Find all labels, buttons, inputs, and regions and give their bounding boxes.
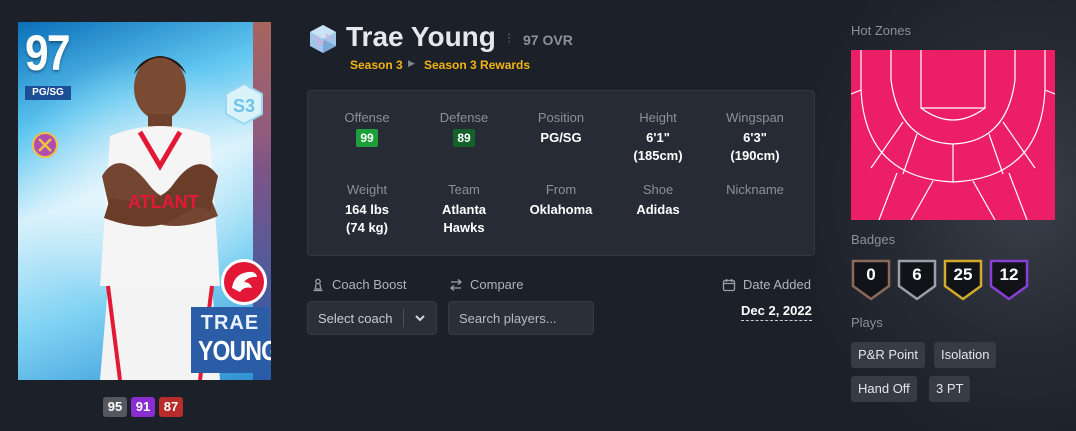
- hot-zones-label: Hot Zones: [851, 23, 911, 38]
- stat-offense: Offense 99: [316, 110, 418, 147]
- breadcrumb-season-rewards[interactable]: Season 3 Rewards: [424, 58, 530, 72]
- stat-label: Defense: [439, 110, 489, 125]
- stat-label: From: [545, 182, 577, 197]
- stat-value: 164 lbs: [344, 202, 390, 217]
- card-ovr: 97: [25, 25, 71, 81]
- compare-label: Compare: [449, 277, 523, 292]
- card-first-name: TRAE: [200, 312, 260, 334]
- stat-value-metric: (74 kg): [346, 220, 388, 235]
- date-added-text: Date Added: [743, 277, 811, 292]
- swap-arrows-icon: [449, 278, 463, 291]
- title-separator: ⁝: [507, 30, 512, 46]
- stat-label: Position: [537, 110, 585, 125]
- coach-select[interactable]: Select coach: [307, 301, 437, 335]
- svg-text:ATLANT: ATLANT: [128, 192, 199, 212]
- rating-badge: 91: [131, 397, 155, 417]
- badge-counts: 0 6 25 12: [851, 258, 1029, 302]
- stat-value: PG/SG: [540, 130, 582, 145]
- stat-shoe: Shoe Adidas: [607, 182, 709, 219]
- stat-wingspan: Wingspan 6'3" (190cm): [704, 110, 806, 165]
- play-tag: 3 PT: [929, 376, 971, 402]
- badge-count-value: 6: [912, 265, 922, 284]
- stat-nickname: Nickname: [704, 182, 806, 201]
- stat-team: Team Atlanta Hawks: [413, 182, 515, 237]
- stat-position: Position PG/SG: [510, 110, 612, 147]
- badge-count-value: 12: [999, 265, 1019, 284]
- stat-label: Shoe: [642, 182, 674, 197]
- stat-value: Hawks: [443, 220, 485, 235]
- stat-value-metric: (190cm): [730, 148, 780, 163]
- stat-height: Height 6'1" (185cm): [607, 110, 709, 165]
- player-info-panel: Offense 99 Defense 89 Position PG/SG Hei…: [307, 90, 815, 256]
- play-tag: Isolation: [934, 342, 997, 368]
- chess-pawn-icon: [313, 278, 323, 291]
- stat-label: Team: [448, 182, 480, 197]
- stat-label: Height: [639, 110, 677, 125]
- card-position: PG/SG: [25, 86, 71, 100]
- chevron-right-icon: ▶: [408, 58, 415, 68]
- breadcrumb-season[interactable]: Season 3: [350, 58, 403, 72]
- stat-value: Adidas: [636, 202, 680, 217]
- stat-label: Weight: [346, 182, 388, 197]
- date-added-label: Date Added: [722, 277, 811, 292]
- play-tag: P&R Point: [851, 342, 925, 368]
- hall-of-fame-badge-icon: [32, 132, 58, 158]
- stat-label: Nickname: [726, 182, 784, 197]
- date-added-value: Dec 2, 2022: [741, 303, 812, 321]
- stat-label: Wingspan: [726, 110, 784, 125]
- compare-text: Compare: [470, 277, 524, 292]
- hall-of-fame-badge-count: 12: [989, 258, 1029, 302]
- stat-label: Offense: [344, 110, 390, 125]
- overall-rating: 97 OVR: [523, 32, 573, 48]
- rating-badge: 87: [159, 397, 183, 417]
- hawks-logo-icon: [221, 259, 267, 305]
- badge-count-value: 0: [866, 265, 876, 284]
- coach-boost-label: Coach Boost: [311, 277, 406, 292]
- stat-value: Atlanta: [441, 202, 487, 217]
- stat-defense: Defense 89: [413, 110, 515, 147]
- badge-count-value: 25: [953, 265, 973, 284]
- stat-value: 6'1": [646, 130, 670, 145]
- defense-rating-pill: 89: [453, 129, 475, 147]
- stat-value-metric: (185cm): [633, 148, 683, 163]
- badges-label: Badges: [851, 232, 896, 247]
- rating-badge: 95: [103, 397, 127, 417]
- stat-value: Oklahoma: [529, 202, 593, 217]
- gold-badge-count: 25: [943, 258, 983, 302]
- card-last-name: YOUNG: [198, 335, 271, 366]
- calendar-icon: [722, 278, 736, 291]
- plays-label: Plays: [851, 315, 883, 330]
- play-tag: Hand Off: [851, 376, 917, 402]
- galaxy-opal-gem-icon: S3: [225, 82, 263, 126]
- svg-text:S3: S3: [233, 96, 255, 116]
- galaxy-opal-tier-icon: [310, 25, 336, 53]
- chevron-down-icon[interactable]: [404, 312, 436, 324]
- stat-weight: Weight 164 lbs (74 kg): [316, 182, 418, 237]
- compare-search-input[interactable]: [448, 301, 594, 335]
- offense-rating-pill: 99: [356, 129, 378, 147]
- coach-boost-text: Coach Boost: [332, 277, 407, 292]
- player-name: Trae Young: [346, 21, 496, 52]
- coach-select-value: Select coach: [318, 310, 393, 326]
- bronze-badge-count: 0: [851, 258, 891, 302]
- stat-from: From Oklahoma: [510, 182, 612, 219]
- player-card: ATLANT 97 PG/SG S3 TRAE YOUNG: [18, 22, 271, 380]
- stat-value: 6'3": [743, 130, 767, 145]
- hot-zones-court: [851, 50, 1055, 220]
- card-ratings: 95 91 87: [103, 397, 183, 417]
- silver-badge-count: 6: [897, 258, 937, 302]
